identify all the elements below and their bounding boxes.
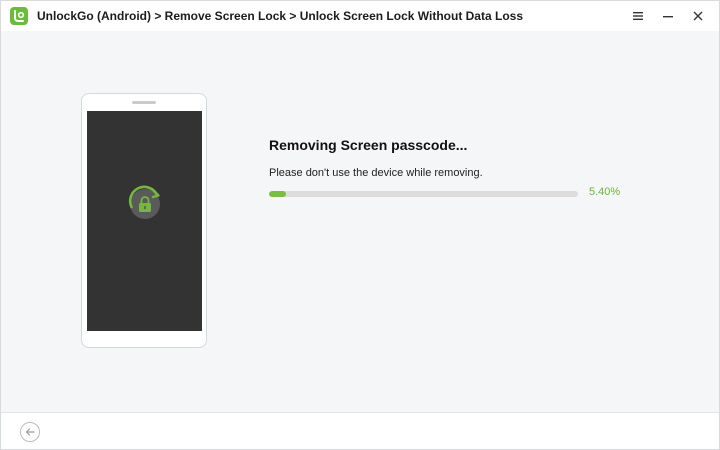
progress-percent: 5.40% (589, 186, 621, 198)
minimize-icon (663, 16, 673, 18)
status-subtitle: Please don't use the device while removi… (269, 167, 483, 179)
app-window: UnlockGo (Android) > Remove Screen Lock … (0, 0, 720, 450)
close-button[interactable] (688, 6, 708, 26)
phone-speaker (132, 101, 156, 104)
unlockgo-logo-icon (10, 7, 28, 25)
status-title: Removing Screen passcode... (269, 137, 468, 153)
back-arrow-icon (25, 428, 35, 436)
footer-bar (1, 412, 719, 449)
minimize-button[interactable] (658, 6, 678, 26)
progress-bar (269, 191, 578, 197)
title-bar: UnlockGo (Android) > Remove Screen Lock … (1, 1, 719, 31)
menu-icon (633, 12, 643, 20)
progress-fill (269, 191, 286, 197)
main-content: Removing Screen passcode... Please don't… (1, 31, 719, 411)
phone-illustration (81, 93, 207, 348)
phone-screen (87, 111, 202, 331)
back-button[interactable] (20, 422, 40, 442)
menu-button[interactable] (628, 6, 648, 26)
close-icon (693, 11, 703, 21)
lock-refresh-icon (128, 185, 160, 219)
window-title: UnlockGo (Android) > Remove Screen Lock … (37, 9, 523, 23)
